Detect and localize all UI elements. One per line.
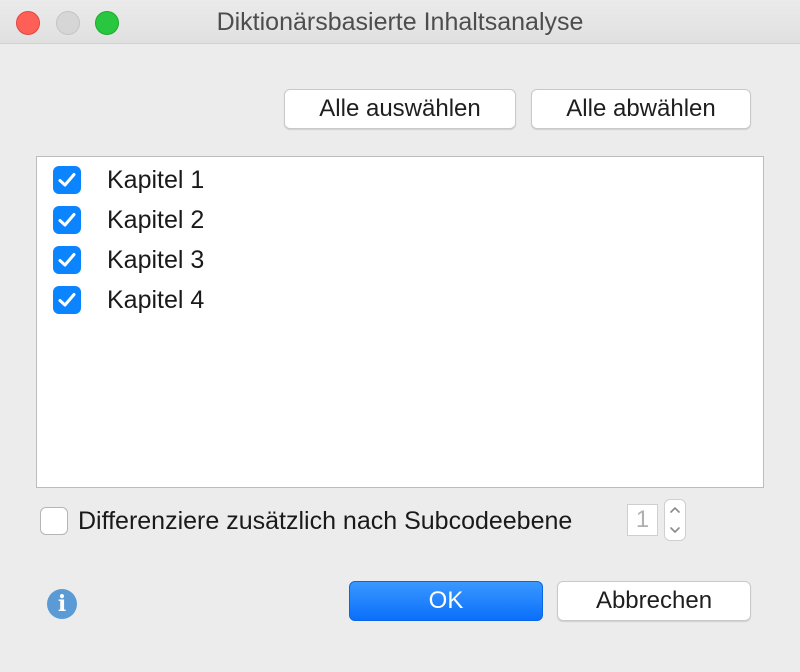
info-icon[interactable]: i (47, 589, 77, 619)
cancel-button[interactable]: Abbrechen (557, 581, 751, 621)
checkmark-icon (58, 173, 76, 187)
window-title: Diktionärsbasierte Inhaltsanalyse (216, 8, 584, 36)
subcode-level-field[interactable]: 1 (627, 504, 658, 536)
dialog-window: Diktionärsbasierte Inhaltsanalyse Alle a… (0, 0, 800, 672)
checkbox-kapitel-3[interactable] (53, 246, 81, 274)
subcode-checkbox[interactable] (40, 507, 68, 535)
title-bar: Diktionärsbasierte Inhaltsanalyse (0, 0, 800, 44)
list-item[interactable]: Kapitel 2 (51, 204, 731, 234)
chevron-down-icon (670, 527, 680, 533)
list-item-label: Kapitel 3 (107, 246, 205, 274)
checkbox-kapitel-4[interactable] (53, 286, 81, 314)
checkmark-icon (58, 213, 76, 227)
subcode-level-stepper[interactable] (664, 499, 686, 541)
checkbox-kapitel-2[interactable] (53, 206, 81, 234)
checkmark-icon (58, 253, 76, 267)
checkbox-kapitel-1[interactable] (53, 166, 81, 194)
chevron-up-icon (670, 507, 680, 513)
stepper-down-button[interactable] (665, 520, 685, 540)
checkmark-icon (58, 293, 76, 307)
stepper-up-button[interactable] (665, 500, 685, 520)
list-item-label: Kapitel 2 (107, 206, 205, 234)
list-item[interactable]: Kapitel 1 (51, 164, 731, 194)
list-item[interactable]: Kapitel 4 (51, 284, 731, 314)
ok-button[interactable]: OK (349, 581, 543, 621)
list-item-label: Kapitel 4 (107, 286, 205, 314)
list-item-label: Kapitel 1 (107, 166, 205, 194)
subcode-label: Differenziere zusätzlich nach Subcodeebe… (78, 507, 573, 535)
select-all-button[interactable]: Alle auswählen (284, 89, 516, 129)
list-item[interactable]: Kapitel 3 (51, 244, 731, 274)
deselect-all-button[interactable]: Alle abwählen (531, 89, 751, 129)
document-list[interactable]: Kapitel 1 Kapitel 2 Kapitel 3 Kapitel 4 (36, 156, 764, 488)
